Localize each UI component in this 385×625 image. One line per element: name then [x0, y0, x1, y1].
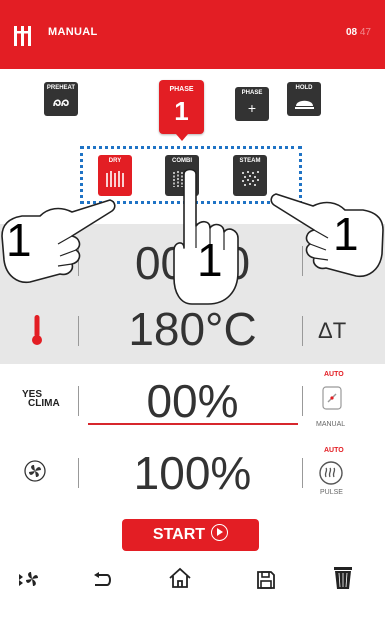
- add-phase-button[interactable]: PHASE +: [235, 87, 269, 121]
- fan-row[interactable]: 100% AUTO PULSE: [0, 436, 385, 508]
- back-icon[interactable]: [91, 572, 113, 588]
- fan-cooling-icon[interactable]: [17, 568, 43, 590]
- step-number-right: 1: [333, 208, 359, 260]
- dry-heat-icon: [106, 171, 124, 187]
- thermometer-icon: [32, 315, 42, 345]
- divider: [78, 386, 79, 416]
- fan-icon: [24, 460, 46, 482]
- clock: 08 47: [345, 27, 371, 38]
- divider: [302, 458, 303, 488]
- hold-button[interactable]: HOLD: [287, 82, 321, 116]
- humidity-auto-label[interactable]: AUTO: [324, 371, 344, 378]
- home-icon[interactable]: [168, 567, 192, 589]
- manual-valve-icon[interactable]: [322, 386, 342, 410]
- humidity-value[interactable]: 00%: [90, 374, 295, 428]
- trash-icon[interactable]: [334, 567, 352, 589]
- temperature-value[interactable]: 180°C: [90, 302, 295, 356]
- save-icon[interactable]: [256, 570, 276, 590]
- humidity-row[interactable]: YES CLIMA 00% AUTO MANUAL: [0, 364, 385, 436]
- divider: [78, 458, 79, 488]
- start-button[interactable]: START: [122, 519, 259, 551]
- divider: [302, 316, 303, 346]
- dry-mode-button[interactable]: DRY: [98, 155, 132, 196]
- fan-pulse-label: PULSE: [320, 489, 343, 496]
- step-number-left: 1: [6, 214, 32, 266]
- play-icon: [211, 524, 229, 542]
- humidity-level-bar: [88, 423, 298, 425]
- pulse-icon[interactable]: [318, 460, 344, 486]
- header-bar: MANUAL 08 47: [0, 0, 385, 69]
- pointing-hand-right-icon: [270, 193, 384, 278]
- page-title: MANUAL: [48, 26, 98, 38]
- climate-logo: YES CLIMA: [22, 389, 60, 409]
- menu-logo-icon[interactable]: [14, 26, 36, 46]
- divider: [302, 386, 303, 416]
- fan-auto-label[interactable]: AUTO: [324, 447, 344, 454]
- humidity-manual-label: MANUAL: [316, 421, 346, 428]
- divider: [78, 316, 79, 346]
- fan-speed-value[interactable]: 100%: [90, 446, 295, 500]
- plus-icon: +: [247, 100, 257, 116]
- cloche-icon: [295, 100, 314, 109]
- preheat-button[interactable]: PREHEAT: [44, 82, 78, 116]
- step-number-middle: 1: [197, 234, 223, 286]
- preheat-icon: [53, 99, 69, 107]
- delta-t-button[interactable]: ΔT: [318, 318, 346, 344]
- phase-button[interactable]: PHASE 1: [159, 80, 204, 141]
